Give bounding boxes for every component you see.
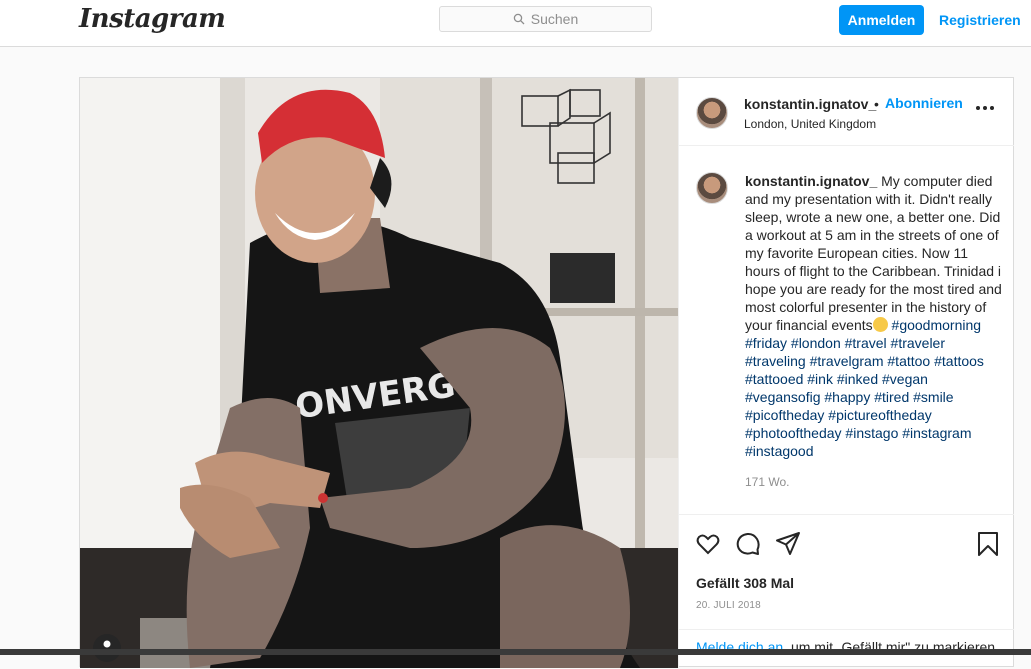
register-link[interactable]: Registrieren: [939, 5, 1021, 35]
comment-time-ago: 171 Wo.: [745, 475, 790, 489]
post-header: konstantin.ignatov_ • Abonnieren London,…: [679, 78, 1014, 146]
caption-hashtags[interactable]: #goodmorning #friday #london #travel #tr…: [745, 317, 984, 459]
like-count[interactable]: Gefällt 308 Mal: [696, 575, 794, 591]
bottom-edge-bar: [0, 649, 1031, 655]
separator-dot: •: [874, 96, 879, 112]
post-photo[interactable]: ONVERGE: [80, 78, 678, 668]
post-caption: konstantin.ignatov_ My computer died and…: [745, 172, 1003, 460]
post-card: ONVERGE konstantin.ignatov_ • Abonnieren…: [79, 77, 1014, 668]
post-location[interactable]: London, United Kingdom: [744, 117, 876, 131]
post-actions-section: Gefällt 308 Mal 20. JULI 2018 Melde dich…: [679, 514, 1014, 668]
heart-icon[interactable]: [695, 531, 721, 557]
smiley-emoji-icon: [872, 317, 888, 332]
post-photo-illustration: ONVERGE: [80, 78, 678, 668]
login-button[interactable]: Anmelden: [839, 5, 924, 35]
avatar[interactable]: [696, 97, 728, 129]
post-date: 20. JULI 2018: [696, 600, 761, 611]
search-input[interactable]: Suchen: [439, 6, 652, 32]
top-navigation-bar: Instagram Suchen Anmelden Registrieren: [0, 0, 1031, 47]
more-options-icon[interactable]: [976, 106, 994, 110]
post-side-panel: konstantin.ignatov_ • Abonnieren London,…: [678, 78, 1014, 668]
caption-text: My computer died and my presentation wit…: [745, 173, 1002, 333]
share-icon[interactable]: [775, 531, 801, 557]
search-icon: [513, 13, 525, 25]
comment-icon[interactable]: [735, 531, 761, 557]
search-placeholder: Suchen: [530, 11, 579, 27]
caption-username[interactable]: konstantin.ignatov_: [745, 173, 877, 189]
bookmark-icon[interactable]: [975, 531, 1001, 557]
post-author-username[interactable]: konstantin.ignatov_: [744, 96, 876, 112]
instagram-logo[interactable]: Instagram: [79, 4, 226, 34]
caption-avatar[interactable]: [696, 172, 728, 204]
follow-button[interactable]: Abonnieren: [885, 95, 963, 111]
